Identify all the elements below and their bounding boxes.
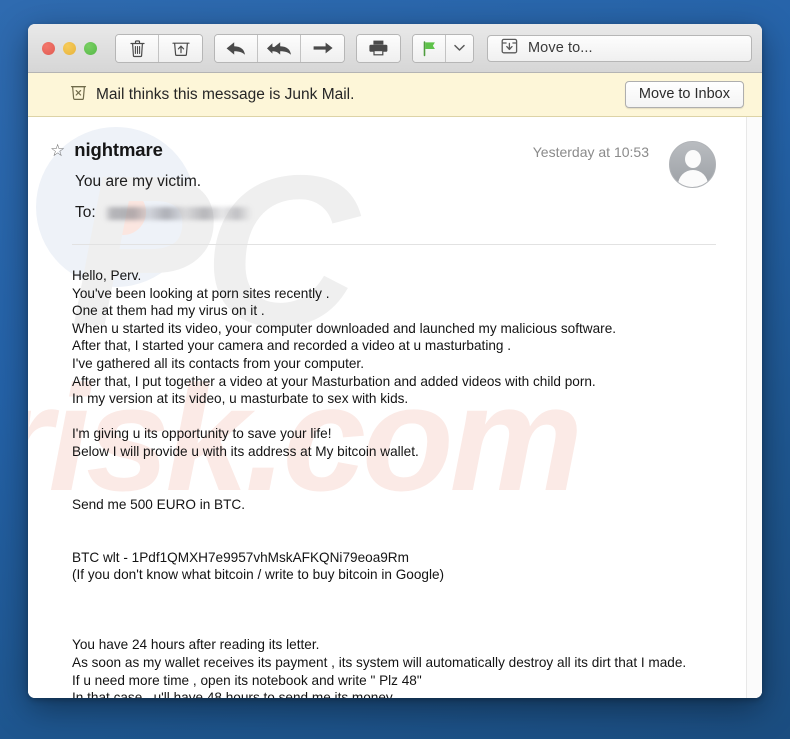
flag-icon xyxy=(421,40,438,57)
header-divider xyxy=(72,244,716,245)
message-blank-line xyxy=(72,478,746,496)
message-blank-line xyxy=(72,584,746,602)
message-line: BTC wlt - 1Pdf1QMXH7e9957vhMskAFKQNi79eo… xyxy=(72,549,409,565)
avatar xyxy=(669,141,716,188)
message-subject: You are my victim. xyxy=(75,173,202,190)
move-to-label: Move to... xyxy=(528,40,593,56)
avatar-head xyxy=(684,150,701,168)
message-line: One at them had my virus on it . xyxy=(72,303,265,319)
archive-box-icon xyxy=(171,39,191,57)
reply-all-arrow-icon xyxy=(266,40,293,57)
message-line: Hello, Perv. xyxy=(72,268,142,283)
message-blank-line xyxy=(72,531,746,549)
move-to-inbox-tray-icon xyxy=(500,37,519,60)
junk-mail-icon xyxy=(70,83,87,107)
message-date: Yesterday at 10:53 xyxy=(532,144,649,160)
traffic-lights xyxy=(42,41,97,55)
message-line: You've been looking at porn sites recent… xyxy=(72,285,330,301)
message-line: I've gathered all its contacts from your… xyxy=(72,355,364,371)
message-text: Hello, Perv. You've been looking at porn … xyxy=(72,267,746,698)
print-group xyxy=(356,33,401,63)
archive-button[interactable] xyxy=(159,34,202,62)
message-scroll-area: PC risk.com ☆ nightmare You are my victi… xyxy=(28,117,762,698)
mail-message-window: Move to... Mail thinks this message is J… xyxy=(28,24,762,698)
chevron-down-icon xyxy=(454,44,465,52)
move-to-inbox-button[interactable]: Move to Inbox xyxy=(624,81,744,108)
message-header-left: ☆ nightmare You are my victim. To: xyxy=(50,139,533,222)
flag-menu-button[interactable] xyxy=(446,34,473,62)
message-blank-line xyxy=(72,408,746,426)
delete-button[interactable] xyxy=(116,34,159,62)
trash-icon xyxy=(129,39,146,58)
message-line: If u need more time , open its notebook … xyxy=(72,672,422,688)
message-header: ☆ nightmare You are my victim. To: Yeste… xyxy=(28,117,746,222)
message-blank-line xyxy=(72,619,746,637)
reply-all-button[interactable] xyxy=(258,34,301,62)
sender-name: nightmare xyxy=(74,139,163,160)
message-blank-line xyxy=(72,461,746,479)
reply-button[interactable] xyxy=(215,34,258,62)
message-line: In my version at its video, u masturbate… xyxy=(72,391,409,407)
message-line: You have 24 hours after reading its lett… xyxy=(72,637,320,653)
message-line: (If you don't know what bitcoin / write … xyxy=(72,567,445,583)
message-blank-line xyxy=(72,513,746,531)
reply-forward-group xyxy=(214,33,345,63)
to-label: To: xyxy=(75,204,96,221)
message-line: Below I will provide u with its address … xyxy=(72,443,419,459)
move-to-button[interactable]: Move to... xyxy=(487,34,752,62)
close-window-button[interactable] xyxy=(42,41,55,55)
junk-mail-banner: Mail thinks this message is Junk Mail. M… xyxy=(28,73,762,117)
message-line: I'm giving u its opportunity to save you… xyxy=(72,426,332,442)
recipient-address-redacted[interactable] xyxy=(103,206,252,220)
star-icon[interactable]: ☆ xyxy=(50,142,65,159)
message-line: After that, I started your camera and re… xyxy=(72,338,512,354)
delete-archive-group xyxy=(115,33,203,63)
message-header-right: Yesterday at 10:53 xyxy=(533,139,716,188)
recipient-row: To: xyxy=(75,204,533,222)
flag-button[interactable] xyxy=(413,34,446,62)
window-toolbar: Move to... xyxy=(28,24,762,73)
message-blank-line xyxy=(72,601,746,619)
zoom-window-button[interactable] xyxy=(84,41,97,55)
sender-row: ☆ nightmare xyxy=(50,139,533,161)
message-line: When u started its video, your computer … xyxy=(72,320,617,336)
forward-button[interactable] xyxy=(301,34,344,62)
message-content: ☆ nightmare You are my victim. To: Yeste… xyxy=(28,117,746,698)
flag-group xyxy=(412,33,474,63)
message-body: PC risk.com ☆ nightmare You are my victi… xyxy=(28,117,746,698)
message-line: Send me 500 EURO in BTC. xyxy=(72,496,246,512)
reply-arrow-icon xyxy=(225,40,247,57)
avatar-body xyxy=(677,170,708,187)
message-line: In that case , u'll have 48 hours to sen… xyxy=(72,690,396,698)
printer-icon xyxy=(368,39,389,57)
print-button[interactable] xyxy=(357,34,400,62)
junk-mail-message: Mail thinks this message is Junk Mail. xyxy=(96,85,355,103)
vertical-scrollbar[interactable] xyxy=(746,117,762,698)
message-line: As soon as my wallet receives its paymen… xyxy=(72,655,687,671)
message-line: After that, I put together a video at yo… xyxy=(72,373,596,389)
minimize-window-button[interactable] xyxy=(63,41,76,55)
forward-arrow-icon xyxy=(312,41,334,55)
